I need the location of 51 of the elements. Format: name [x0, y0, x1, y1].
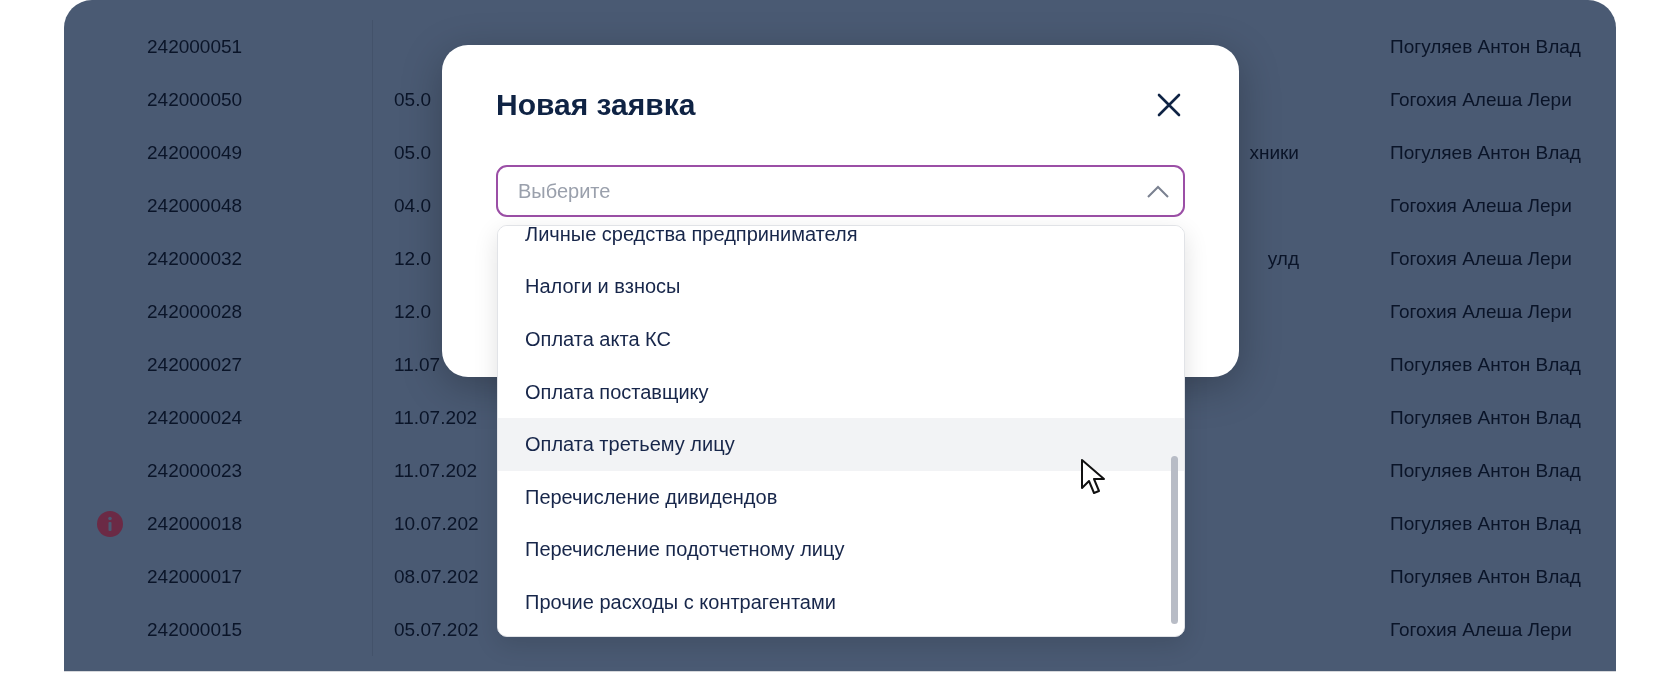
table-cell: 11.07.202	[394, 459, 478, 482]
table-cell: 242000024	[147, 406, 243, 429]
table-cell: Погуляев Антон Влад	[1390, 353, 1581, 376]
table-cell: 05.0	[394, 141, 431, 164]
table-cell: Погуляев Антон Влад	[1390, 141, 1581, 164]
table-cell: Погуляев Антон Влад	[1390, 459, 1581, 482]
table-cell: 242000049	[147, 141, 243, 164]
table-cell: 242000017	[147, 565, 243, 588]
table-cell: 242000051	[147, 35, 243, 58]
table-cell: 04.0	[394, 194, 431, 217]
table-cell: Погуляев Антон Влад	[1390, 406, 1581, 429]
table-cell: Гогохия Алеша Лери	[1390, 194, 1572, 217]
table-cell: 05.0	[394, 88, 431, 111]
dropdown-option[interactable]: Личные средства предпринимателя	[498, 226, 1184, 261]
table-cell: Гогохия Алеша Лери	[1390, 247, 1572, 270]
table-cell: 12.0	[394, 247, 431, 270]
table-cell: 08.07.202	[394, 565, 479, 588]
table-cell: 05.07.202	[394, 618, 479, 641]
dropdown-option[interactable]: Оплата поставщику	[498, 365, 1184, 419]
table-cell: 242000032	[147, 247, 243, 270]
table-cell: Погуляев Антон Влад	[1390, 35, 1581, 58]
table-cell: Погуляев Антон Влад	[1390, 512, 1581, 535]
dialog-title: Новая заявка	[496, 88, 696, 122]
dropdown-option[interactable]: Перечисление подотчетному лицу	[498, 523, 1184, 577]
table-cell-text: хники	[1248, 141, 1299, 164]
table-cell: 242000027	[147, 353, 243, 376]
table-cell: 242000018	[147, 512, 243, 535]
table-cell: Гогохия Алеша Лери	[1390, 618, 1572, 641]
table-cell: Гогохия Алеша Лери	[1390, 300, 1572, 323]
table-cell: 12.0	[394, 300, 431, 323]
info-icon[interactable]	[96, 510, 123, 537]
scrollbar[interactable]	[1171, 456, 1178, 624]
chevron-icon	[1147, 184, 1169, 198]
table-cell: 242000015	[147, 618, 243, 641]
table-cell: 11.07	[394, 353, 441, 376]
pointer-icon	[1080, 458, 1106, 496]
close-icon	[1157, 93, 1181, 117]
dropdown-option[interactable]: Оплата третьему лицу	[498, 418, 1184, 471]
table-cell: 242000048	[147, 194, 243, 217]
dropdown-option[interactable]: Перечисление дивидендов	[498, 470, 1184, 524]
table-cell: 242000023	[147, 459, 243, 482]
table-cell: 242000050	[147, 88, 243, 111]
table-cell: 242000028	[147, 300, 243, 323]
dropdown-option[interactable]: Прочие расходы с контрагентами	[498, 576, 1184, 629]
table-cell: 10.07.202	[394, 512, 479, 535]
dropdown-option[interactable]: Налоги и взносы	[498, 260, 1184, 314]
table-cell-text: улд	[1266, 247, 1299, 270]
table-cell: Гогохия Алеша Лери	[1390, 88, 1572, 111]
table-cell: Погуляев Антон Влад	[1390, 565, 1581, 588]
table-cell: 11.07.202	[394, 406, 478, 429]
dropdown-option[interactable]: Оплата акта КС	[498, 313, 1184, 366]
